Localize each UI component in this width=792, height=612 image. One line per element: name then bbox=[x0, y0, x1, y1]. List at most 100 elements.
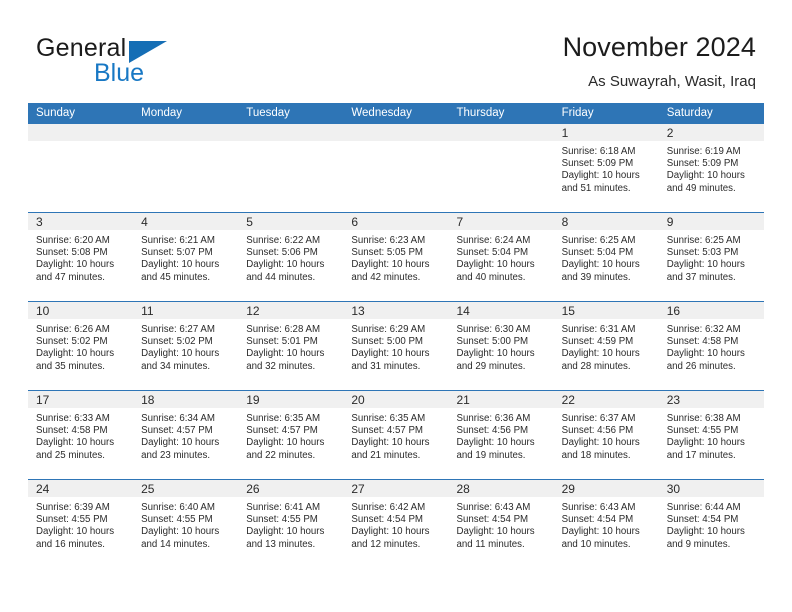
day-number: 14 bbox=[448, 302, 554, 319]
calendar-day-cell[interactable]: 28 Sunrise: 6:43 AM Sunset: 4:54 PM Dayligh… bbox=[448, 480, 554, 568]
sunset-time: Sunset: 4:54 PM bbox=[456, 514, 529, 526]
daylight-duration: Daylight: 10 hours and 49 minutes. bbox=[666, 170, 745, 194]
day-sun-info: Sunrise: 6:40 AM Sunset: 4:55 PM Daylight:… bbox=[133, 497, 238, 551]
calendar-day-cell[interactable]: 25 Sunrise: 6:40 AM Sunset: 4:55 PM Dayligh… bbox=[133, 480, 239, 568]
day-number: 15 bbox=[553, 302, 659, 319]
day-sun-info: Sunrise: 6:21 AM Sunset: 5:07 PM Daylight:… bbox=[133, 230, 238, 284]
calendar-day-cell[interactable]: 3 Sunrise: 6:20 AM Sunset: 5:08 PM Daylight… bbox=[28, 213, 134, 301]
day-number: 28 bbox=[448, 480, 554, 497]
title-block: November 2024 As Suwayrah, Wasit, Iraq bbox=[563, 32, 756, 90]
sunrise-time: Sunrise: 6:43 AM bbox=[561, 502, 636, 513]
calendar-day-cell[interactable]: 22 Sunrise: 6:37 AM Sunset: 4:56 PM Dayligh… bbox=[553, 391, 659, 479]
day-number: 18 bbox=[133, 391, 239, 408]
calendar-day-cell[interactable]: 6 Sunrise: 6:23 AM Sunset: 5:05 PM Daylight… bbox=[343, 213, 449, 301]
calendar-day-cell[interactable]: 9 Sunrise: 6:25 AM Sunset: 5:03 PM Daylight… bbox=[658, 213, 764, 301]
sunrise-time: Sunrise: 6:38 AM bbox=[666, 413, 741, 424]
day-number: 29 bbox=[553, 480, 659, 497]
sunset-time: Sunset: 5:09 PM bbox=[561, 158, 634, 170]
weekday-header-row: Sunday Monday Tuesday Wednesday Thursday… bbox=[28, 103, 764, 124]
sunrise-time: Sunrise: 6:29 AM bbox=[351, 324, 426, 335]
daylight-duration: Daylight: 10 hours and 37 minutes. bbox=[666, 259, 745, 283]
day-number: 23 bbox=[658, 391, 764, 408]
calendar-day-cell[interactable]: 29 Sunrise: 6:43 AM Sunset: 4:54 PM Dayligh… bbox=[553, 480, 659, 568]
calendar-day-cell[interactable]: 13 Sunrise: 6:29 AM Sunset: 5:00 PM Dayligh… bbox=[343, 302, 449, 390]
calendar-day-cell[interactable]: 16 Sunrise: 6:32 AM Sunset: 4:58 PM Dayligh… bbox=[658, 302, 764, 390]
calendar-day-cell[interactable]: 15 Sunrise: 6:31 AM Sunset: 4:59 PM Dayligh… bbox=[553, 302, 659, 390]
calendar-weeks: 1 Sunrise: 6:18 AM Sunset: 5:09 PM Daylight… bbox=[28, 124, 764, 568]
sunrise-time: Sunrise: 6:18 AM bbox=[561, 146, 636, 157]
calendar-day-cell[interactable]: 7 Sunrise: 6:24 AM Sunset: 5:04 PM Daylight… bbox=[448, 213, 554, 301]
calendar-day-cell[interactable]: 27 Sunrise: 6:42 AM Sunset: 4:54 PM Dayligh… bbox=[343, 480, 449, 568]
calendar-day-cell[interactable]: 19 Sunrise: 6:35 AM Sunset: 4:57 PM Dayligh… bbox=[238, 391, 344, 479]
calendar-day-cell[interactable]: 24 Sunrise: 6:39 AM Sunset: 4:55 PM Dayligh… bbox=[28, 480, 134, 568]
calendar-day-cell[interactable]: 17 Sunrise: 6:33 AM Sunset: 4:58 PM Dayligh… bbox=[28, 391, 134, 479]
calendar-day-cell[interactable]: 1 Sunrise: 6:18 AM Sunset: 5:09 PM Daylight… bbox=[553, 124, 659, 212]
weekday-header-tuesday: Tuesday bbox=[246, 107, 290, 119]
calendar-day-cell[interactable]: 14 Sunrise: 6:30 AM Sunset: 5:00 PM Dayligh… bbox=[448, 302, 554, 390]
calendar-day-cell[interactable]: 21 Sunrise: 6:36 AM Sunset: 4:56 PM Dayligh… bbox=[448, 391, 554, 479]
sunrise-time: Sunrise: 6:39 AM bbox=[36, 502, 110, 513]
calendar-day-cell[interactable]: 8 Sunrise: 6:25 AM Sunset: 5:04 PM Daylight… bbox=[553, 213, 659, 301]
daylight-duration: Daylight: 10 hours and 19 minutes. bbox=[456, 437, 535, 461]
day-number: 26 bbox=[238, 480, 344, 497]
sunset-time: Sunset: 5:06 PM bbox=[246, 247, 318, 259]
calendar-day-cell[interactable]: 10 Sunrise: 6:26 AM Sunset: 5:02 PM Dayligh… bbox=[28, 302, 134, 390]
page-header: General Blue November 2024 As Suwayrah, … bbox=[0, 0, 792, 100]
sunrise-time: Sunrise: 6:26 AM bbox=[36, 324, 110, 335]
sunrise-time: Sunrise: 6:35 AM bbox=[246, 413, 321, 424]
day-sun-info: Sunrise: 6:43 AM Sunset: 4:54 PM Daylight:… bbox=[554, 497, 659, 551]
calendar-day-cell[interactable]: 23 Sunrise: 6:38 AM Sunset: 4:55 PM Dayligh… bbox=[658, 391, 764, 479]
sunset-time: Sunset: 4:55 PM bbox=[246, 514, 318, 526]
day-number: 16 bbox=[658, 302, 764, 319]
sunrise-time: Sunrise: 6:20 AM bbox=[36, 235, 110, 246]
sunset-time: Sunset: 4:58 PM bbox=[666, 336, 739, 348]
sunrise-time: Sunrise: 6:25 AM bbox=[666, 235, 741, 246]
daylight-duration: Daylight: 10 hours and 17 minutes. bbox=[666, 437, 745, 461]
sunset-time: Sunset: 4:57 PM bbox=[141, 425, 213, 437]
day-sun-info: Sunrise: 6:35 AM Sunset: 4:57 PM Daylight:… bbox=[238, 408, 343, 462]
calendar-day-cell[interactable]: 12 Sunrise: 6:28 AM Sunset: 5:01 PM Dayligh… bbox=[238, 302, 344, 390]
day-sun-info: Sunrise: 6:37 AM Sunset: 4:56 PM Daylight:… bbox=[554, 408, 659, 462]
sunrise-time: Sunrise: 6:36 AM bbox=[456, 413, 531, 424]
day-number bbox=[28, 124, 134, 141]
day-number: 5 bbox=[238, 213, 344, 230]
day-number: 19 bbox=[238, 391, 344, 408]
daylight-duration: Daylight: 10 hours and 26 minutes. bbox=[666, 348, 745, 372]
calendar-day-cell[interactable]: 2 Sunrise: 6:19 AM Sunset: 5:09 PM Daylight… bbox=[658, 124, 764, 212]
general-blue-logo[interactable]: General Blue bbox=[36, 36, 276, 88]
calendar-page: General Blue November 2024 As Suwayrah, … bbox=[0, 0, 792, 612]
calendar-day-cell[interactable]: 20 Sunrise: 6:35 AM Sunset: 4:57 PM Dayligh… bbox=[343, 391, 449, 479]
sunrise-time: Sunrise: 6:22 AM bbox=[246, 235, 321, 246]
calendar-day-cell[interactable]: 5 Sunrise: 6:22 AM Sunset: 5:06 PM Daylight… bbox=[238, 213, 344, 301]
daylight-duration: Daylight: 10 hours and 51 minutes. bbox=[561, 170, 640, 194]
calendar-day-cell[interactable]: 18 Sunrise: 6:34 AM Sunset: 4:57 PM Dayligh… bbox=[133, 391, 239, 479]
calendar-day-cell[interactable]: 30 Sunrise: 6:44 AM Sunset: 4:54 PM Dayligh… bbox=[658, 480, 764, 568]
sunrise-time: Sunrise: 6:41 AM bbox=[246, 502, 321, 513]
day-sun-info: Sunrise: 6:39 AM Sunset: 4:55 PM Daylight:… bbox=[28, 497, 133, 551]
day-number: 11 bbox=[133, 302, 239, 319]
location-subtitle: As Suwayrah, Wasit, Iraq bbox=[588, 73, 756, 91]
day-sun-info: Sunrise: 6:29 AM Sunset: 5:00 PM Daylight:… bbox=[343, 319, 448, 373]
sunset-time: Sunset: 5:05 PM bbox=[351, 247, 423, 259]
calendar-day-cell[interactable]: 11 Sunrise: 6:27 AM Sunset: 5:02 PM Dayligh… bbox=[133, 302, 239, 390]
sunset-time: Sunset: 4:56 PM bbox=[456, 425, 529, 437]
calendar-week-row: 17 Sunrise: 6:33 AM Sunset: 4:58 PM Dayligh… bbox=[28, 390, 764, 479]
calendar-day-cell-empty bbox=[343, 124, 449, 212]
day-number: 20 bbox=[343, 391, 449, 408]
sunset-time: Sunset: 5:09 PM bbox=[666, 158, 739, 170]
day-number: 1 bbox=[553, 124, 659, 141]
day-sun-info: Sunrise: 6:34 AM Sunset: 4:57 PM Daylight:… bbox=[133, 408, 238, 462]
day-number bbox=[343, 124, 449, 141]
day-sun-info: Sunrise: 6:36 AM Sunset: 4:56 PM Daylight:… bbox=[449, 408, 554, 462]
day-sun-info: Sunrise: 6:43 AM Sunset: 4:54 PM Daylight:… bbox=[449, 497, 554, 551]
calendar-day-cell[interactable]: 4 Sunrise: 6:21 AM Sunset: 5:07 PM Daylight… bbox=[133, 213, 239, 301]
calendar-day-cell[interactable]: 26 Sunrise: 6:41 AM Sunset: 4:55 PM Dayligh… bbox=[238, 480, 344, 568]
sunrise-time: Sunrise: 6:37 AM bbox=[561, 413, 636, 424]
day-number: 7 bbox=[448, 213, 554, 230]
day-number: 13 bbox=[343, 302, 449, 319]
day-sun-info: Sunrise: 6:18 AM Sunset: 5:09 PM Daylight:… bbox=[554, 141, 659, 195]
sunset-time: Sunset: 5:04 PM bbox=[456, 247, 529, 259]
sunset-time: Sunset: 4:55 PM bbox=[141, 514, 213, 526]
sunset-time: Sunset: 4:57 PM bbox=[246, 425, 318, 437]
weekday-header-sunday: Sunday bbox=[36, 107, 76, 119]
